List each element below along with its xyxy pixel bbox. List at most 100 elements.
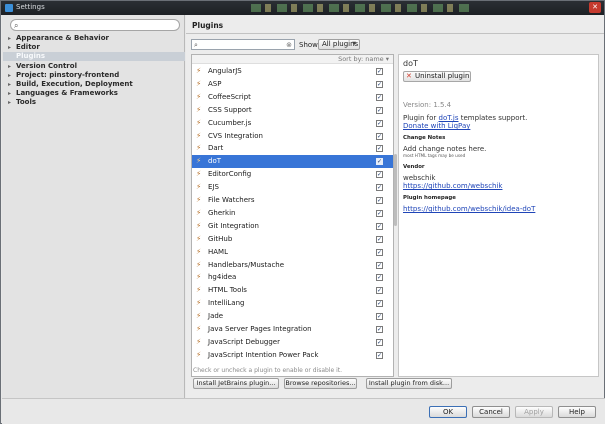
plug-icon: ⚡ [196,91,202,101]
plugin-enabled-checkbox[interactable]: ✓ [376,326,383,333]
expand-arrow-icon[interactable]: ▸ [8,80,16,89]
plugin-name: HAML [208,247,228,256]
help-button[interactable]: Help [558,406,596,418]
plugin-enabled-checkbox[interactable]: ✓ [376,68,383,75]
show-dropdown[interactable]: All plugins ▼ [318,39,360,50]
plugin-row[interactable]: ⚡ JavaScript Intention Power Pack ✓ [192,349,393,362]
app-icon [5,4,13,12]
plug-icon: ⚡ [196,156,202,166]
plugin-row[interactable]: ⚡ Handlebars/Mustache ✓ [192,259,393,272]
plugin-enabled-checkbox[interactable]: ✓ [376,287,383,295]
homepage-link[interactable]: https://github.com/webschik/idea-doT [403,205,535,213]
background-editor-strip [251,4,471,12]
plugin-row[interactable]: ⚡ AngularJS ✓ [192,65,393,78]
plugin-row[interactable]: ⚡ doT ✓ [192,155,393,169]
apply-button[interactable]: Apply [515,406,553,418]
sidebar-item[interactable]: ▸ Appearance & Behavior [8,34,109,43]
sidebar-item[interactable]: ▸ Languages & Frameworks [8,89,118,98]
clear-icon[interactable]: ⊗ [286,40,292,50]
scrollbar-thumb[interactable] [394,154,397,226]
sidebar-item[interactable]: ▸ Project: pinstory-frontend [8,71,119,80]
plugin-enabled-checkbox[interactable]: ✓ [376,300,383,308]
plugin-details: doT ✕ Uninstall plugin Version: 1.5.4 Pl… [398,54,599,377]
plugin-enabled-checkbox[interactable]: ✓ [376,313,383,321]
browse-repositories-button[interactable]: Browse repositories... [284,378,357,389]
plugin-row[interactable]: ⚡ Git Integration ✓ [192,220,393,233]
plugin-enabled-checkbox[interactable]: ✓ [376,171,383,179]
plugin-row[interactable]: ⚡ CVS Integration ✓ [192,130,393,143]
expand-arrow-icon[interactable]: ▸ [8,98,16,107]
plugin-hint: Check or uncheck a plugin to enable or d… [193,367,343,374]
plugin-row[interactable]: ⚡ Java Server Pages Integration ✓ [192,323,393,336]
plugin-filter-input[interactable]: ⌕ ⊗ [191,39,295,50]
plugin-enabled-checkbox[interactable]: ✓ [376,351,383,359]
install-from-disk-button[interactable]: Install plugin from disk... [366,378,452,389]
expand-arrow-icon[interactable]: ▸ [8,62,16,71]
plugin-row[interactable]: ⚡ Gherkin ✓ [192,207,393,220]
sidebar-item-label: Project: pinstory-frontend [16,70,120,79]
search-icon: ⌕ [194,41,198,49]
plugin-enabled-checkbox[interactable]: ✓ [376,222,383,230]
plugin-enabled-checkbox[interactable]: ✓ [376,119,383,127]
ok-button[interactable]: OK [429,406,467,418]
sort-by-dropdown[interactable]: Sort by: name ▾ [338,55,389,64]
plugin-enabled-checkbox[interactable]: ✓ [376,235,383,243]
sidebar-item[interactable]: Plugins [3,52,185,62]
close-icon[interactable]: ✕ [589,2,601,13]
plugin-enabled-checkbox[interactable]: ✓ [376,274,383,282]
plug-icon: ⚡ [196,104,202,114]
plugin-enabled-checkbox[interactable]: ✓ [376,209,383,217]
plugin-name: CSS Support [208,105,252,114]
plugin-enabled-checkbox[interactable]: ✓ [376,261,383,269]
plug-icon: ⚡ [196,285,202,295]
sidebar-item[interactable]: ▸ Version Control [8,62,77,71]
expand-arrow-icon[interactable]: ▸ [8,43,16,52]
plug-icon: ⚡ [196,233,202,243]
sidebar-search-input[interactable]: ⌕ [10,19,180,31]
plugin-name: Jade [208,312,224,321]
settings-window: Settings ✕ ⌕ ▸ Appearance & Behavior ▸ Edit… [0,0,605,424]
sidebar-item[interactable]: ▸ Editor [8,43,40,52]
plugin-row[interactable]: ⚡ Dart ✓ [192,142,393,155]
uninstall-plugin-button[interactable]: ✕ Uninstall plugin [403,71,471,82]
vendor-link[interactable]: https://github.com/webschik [403,182,502,190]
plugin-row[interactable]: ⚡ Cucumber.js ✓ [192,117,393,130]
expand-arrow-icon[interactable]: ▸ [8,71,16,80]
plugin-row[interactable]: ⚡ IntelliLang ✓ [192,297,393,310]
plugin-row[interactable]: ⚡ HAML ✓ [192,246,393,259]
plugin-enabled-checkbox[interactable]: ✓ [376,106,383,114]
settings-sidebar: ⌕ ▸ Appearance & Behavior ▸ Editor Plugins ▸ V… [2,15,185,398]
donate-link[interactable]: Donate with LiqPay [403,122,470,130]
plugin-row[interactable]: ⚡ File Watchers ✓ [192,194,393,207]
plugin-row[interactable]: ⚡ Jade ✓ [192,310,393,323]
expand-arrow-icon[interactable]: ▸ [8,89,16,98]
plugin-enabled-checkbox[interactable]: ✓ [376,184,383,192]
plugin-enabled-checkbox[interactable]: ✓ [376,93,383,101]
plugin-row[interactable]: ⚡ HTML Tools ✓ [192,284,393,297]
plugin-row[interactable]: ⚡ JavaScript Debugger ✓ [192,336,393,349]
plugin-row[interactable]: ⚡ EJS ✓ [192,181,393,194]
plugin-enabled-checkbox[interactable]: ✓ [376,145,383,153]
plugin-enabled-checkbox[interactable]: ✓ [376,197,383,204]
plugin-row[interactable]: ⚡ CoffeeScript ✓ [192,91,393,104]
plugin-enabled-checkbox[interactable]: ✓ [376,132,383,140]
expand-arrow-icon[interactable]: ▸ [8,34,16,43]
plugin-enabled-checkbox[interactable]: ✓ [376,80,383,88]
plugin-enabled-checkbox[interactable]: ✓ [376,158,383,166]
plugin-name: EditorConfig [208,170,252,179]
dotjs-link[interactable]: doT.js [439,114,459,122]
plugin-row[interactable]: ⚡ GitHub ✓ [192,233,393,246]
plugin-enabled-checkbox[interactable]: ✓ [376,248,383,256]
plugin-row[interactable]: ⚡ ASP ✓ [192,78,393,91]
plug-icon: ⚡ [196,272,202,282]
plugin-row[interactable]: ⚡ hg4idea ✓ [192,271,393,284]
homepage-heading: Plugin homepage [403,195,456,201]
sidebar-item[interactable]: ▸ Build, Execution, Deployment [8,80,133,89]
sidebar-item[interactable]: ▸ Tools [8,98,36,107]
plugin-enabled-checkbox[interactable]: ✓ [376,338,383,346]
cancel-button[interactable]: Cancel [472,406,510,418]
install-jetbrains-plugin-button[interactable]: Install JetBrains plugin... [193,378,279,389]
plugin-row[interactable]: ⚡ EditorConfig ✓ [192,168,393,181]
window-title: Settings [16,3,45,11]
plugin-row[interactable]: ⚡ CSS Support ✓ [192,104,393,117]
